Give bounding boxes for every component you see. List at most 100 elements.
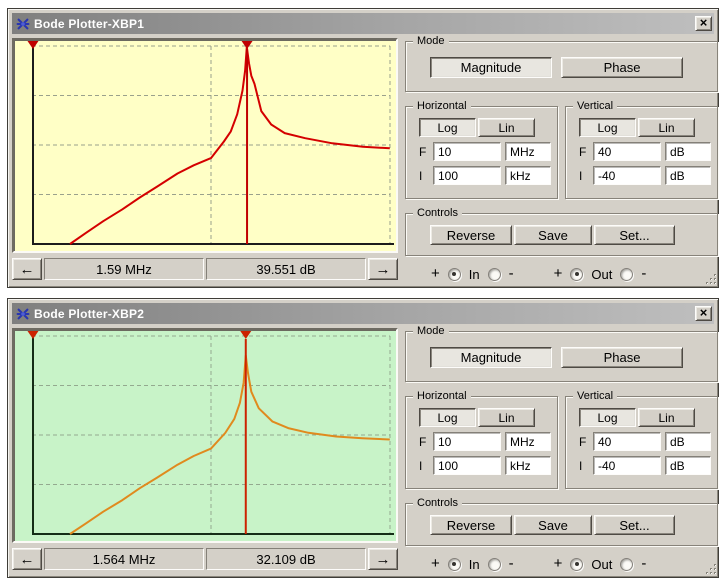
title-bar[interactable]: Bode Plotter-XBP1 ×: [12, 13, 714, 34]
plot-column: ← 1.59 MHz 39.551 dB →: [12, 38, 398, 286]
horizontal-group-label: Horizontal: [413, 99, 471, 113]
horizontal-log-button[interactable]: Log: [419, 408, 476, 427]
controls-group: Controls Reverse Save Set...: [405, 213, 718, 256]
controls-column: Mode Magnitude Phase Horizontal Log Lin: [404, 328, 721, 576]
out-plus-terminal: [570, 558, 583, 571]
vertical-initial-input[interactable]: [593, 456, 661, 475]
cursor-readout-bar: ← 1.564 MHz 32.109 dB →: [12, 548, 398, 570]
vertical-initial-input[interactable]: [593, 166, 661, 185]
window-body: ← 1.59 MHz 39.551 dB → Mode Magnitude Ph…: [12, 38, 714, 286]
horizontal-final-unit: MHz: [505, 432, 551, 451]
set-button[interactable]: Set...: [594, 515, 675, 535]
horizontal-group: Horizontal Log Lin F MHz I: [405, 106, 558, 199]
in-plus-label: +: [431, 266, 440, 281]
vertical-final-label: F: [579, 145, 589, 159]
vertical-group-label: Vertical: [573, 389, 617, 403]
mode-group: Mode Magnitude Phase: [405, 41, 718, 92]
resize-grip[interactable]: [704, 272, 718, 286]
controls-group: Controls Reverse Save Set...: [405, 503, 718, 546]
close-button[interactable]: ×: [695, 306, 712, 321]
bode-plot-canvas[interactable]: [14, 40, 396, 251]
horizontal-initial-input[interactable]: [433, 166, 501, 185]
phase-button[interactable]: Phase: [561, 57, 683, 78]
vertical-initial-unit: dB: [665, 166, 711, 185]
out-minus-label: -: [641, 266, 646, 281]
controls-group-label: Controls: [413, 206, 462, 220]
horizontal-final-label: F: [419, 145, 429, 159]
out-minus-label: -: [641, 556, 646, 571]
cursor-left-button[interactable]: ←: [12, 258, 42, 280]
in-minus-terminal: [488, 558, 501, 571]
magnitude-button[interactable]: Magnitude: [430, 57, 552, 78]
title-bar[interactable]: Bode Plotter-XBP2 ×: [12, 303, 714, 324]
cursor-right-button[interactable]: →: [368, 548, 398, 570]
horizontal-lin-button[interactable]: Lin: [478, 118, 535, 137]
in-minus-label: -: [509, 556, 514, 571]
vertical-group-label: Vertical: [573, 99, 617, 113]
in-label: In: [469, 267, 480, 282]
horizontal-initial-label: I: [419, 169, 429, 183]
vertical-initial-label: I: [579, 169, 589, 183]
horizontal-final-label: F: [419, 435, 429, 449]
horizontal-group: Horizontal Log Lin F MHz I: [405, 396, 558, 489]
window-body: ← 1.564 MHz 32.109 dB → Mode Magnitude P…: [12, 328, 714, 576]
vertical-lin-button[interactable]: Lin: [638, 408, 695, 427]
app-icon: [15, 306, 30, 321]
horizontal-final-input[interactable]: [433, 142, 501, 161]
close-button[interactable]: ×: [695, 16, 712, 31]
close-icon: ×: [700, 16, 708, 29]
vertical-initial-label: I: [579, 459, 589, 473]
plot-panel: [12, 38, 398, 253]
cursor-value-readout: 32.109 dB: [206, 548, 366, 570]
horizontal-lin-button[interactable]: Lin: [478, 408, 535, 427]
out-plus-terminal: [570, 268, 583, 281]
magnitude-button[interactable]: Magnitude: [430, 347, 552, 368]
vertical-group: Vertical Log Lin F dB I: [565, 396, 718, 489]
in-minus-label: -: [509, 266, 514, 281]
vertical-log-button[interactable]: Log: [579, 408, 636, 427]
in-plus-label: +: [431, 556, 440, 571]
cursor-frequency-readout: 1.59 MHz: [44, 258, 204, 280]
horizontal-final-input[interactable]: [433, 432, 501, 451]
vertical-final-label: F: [579, 435, 589, 449]
vertical-final-unit: dB: [665, 432, 711, 451]
horizontal-group-label: Horizontal: [413, 389, 471, 403]
window-title: Bode Plotter-XBP2: [34, 307, 691, 321]
in-plus-terminal: [448, 558, 461, 571]
in-label: In: [469, 557, 480, 572]
plot-column: ← 1.564 MHz 32.109 dB →: [12, 328, 398, 576]
vertical-final-unit: dB: [665, 142, 711, 161]
resize-grip[interactable]: [704, 562, 718, 576]
vertical-initial-unit: dB: [665, 456, 711, 475]
mode-group-label: Mode: [413, 34, 449, 48]
vertical-final-input[interactable]: [593, 142, 661, 161]
save-button[interactable]: Save: [514, 225, 592, 245]
vertical-log-button[interactable]: Log: [579, 118, 636, 137]
reverse-button[interactable]: Reverse: [430, 225, 512, 245]
mode-group-label: Mode: [413, 324, 449, 338]
bode-plotter-window: Bode Plotter-XBP1 × ← 1.59 MHz 39.551 dB…: [7, 8, 719, 288]
horizontal-initial-unit: kHz: [505, 456, 551, 475]
vertical-final-input[interactable]: [593, 432, 661, 451]
cursor-readout-bar: ← 1.59 MHz 39.551 dB →: [12, 258, 398, 280]
set-button[interactable]: Set...: [594, 225, 675, 245]
out-label: Out: [591, 557, 612, 572]
out-minus-terminal: [620, 268, 633, 281]
vertical-lin-button[interactable]: Lin: [638, 118, 695, 137]
cursor-right-button[interactable]: →: [368, 258, 398, 280]
horizontal-initial-label: I: [419, 459, 429, 473]
horizontal-log-button[interactable]: Log: [419, 118, 476, 137]
out-label: Out: [591, 267, 612, 282]
reverse-button[interactable]: Reverse: [430, 515, 512, 535]
terminal-bar: + In - + Out -: [405, 552, 718, 576]
desktop: Bode Plotter-XBP1 × ← 1.59 MHz 39.551 dB…: [7, 8, 720, 578]
bode-plot-canvas[interactable]: [14, 330, 396, 541]
phase-button[interactable]: Phase: [561, 347, 683, 368]
plot-panel: [12, 328, 398, 543]
horizontal-initial-input[interactable]: [433, 456, 501, 475]
out-minus-terminal: [620, 558, 633, 571]
cursor-left-button[interactable]: ←: [12, 548, 42, 570]
save-button[interactable]: Save: [514, 515, 592, 535]
horizontal-final-unit: MHz: [505, 142, 551, 161]
in-minus-terminal: [488, 268, 501, 281]
